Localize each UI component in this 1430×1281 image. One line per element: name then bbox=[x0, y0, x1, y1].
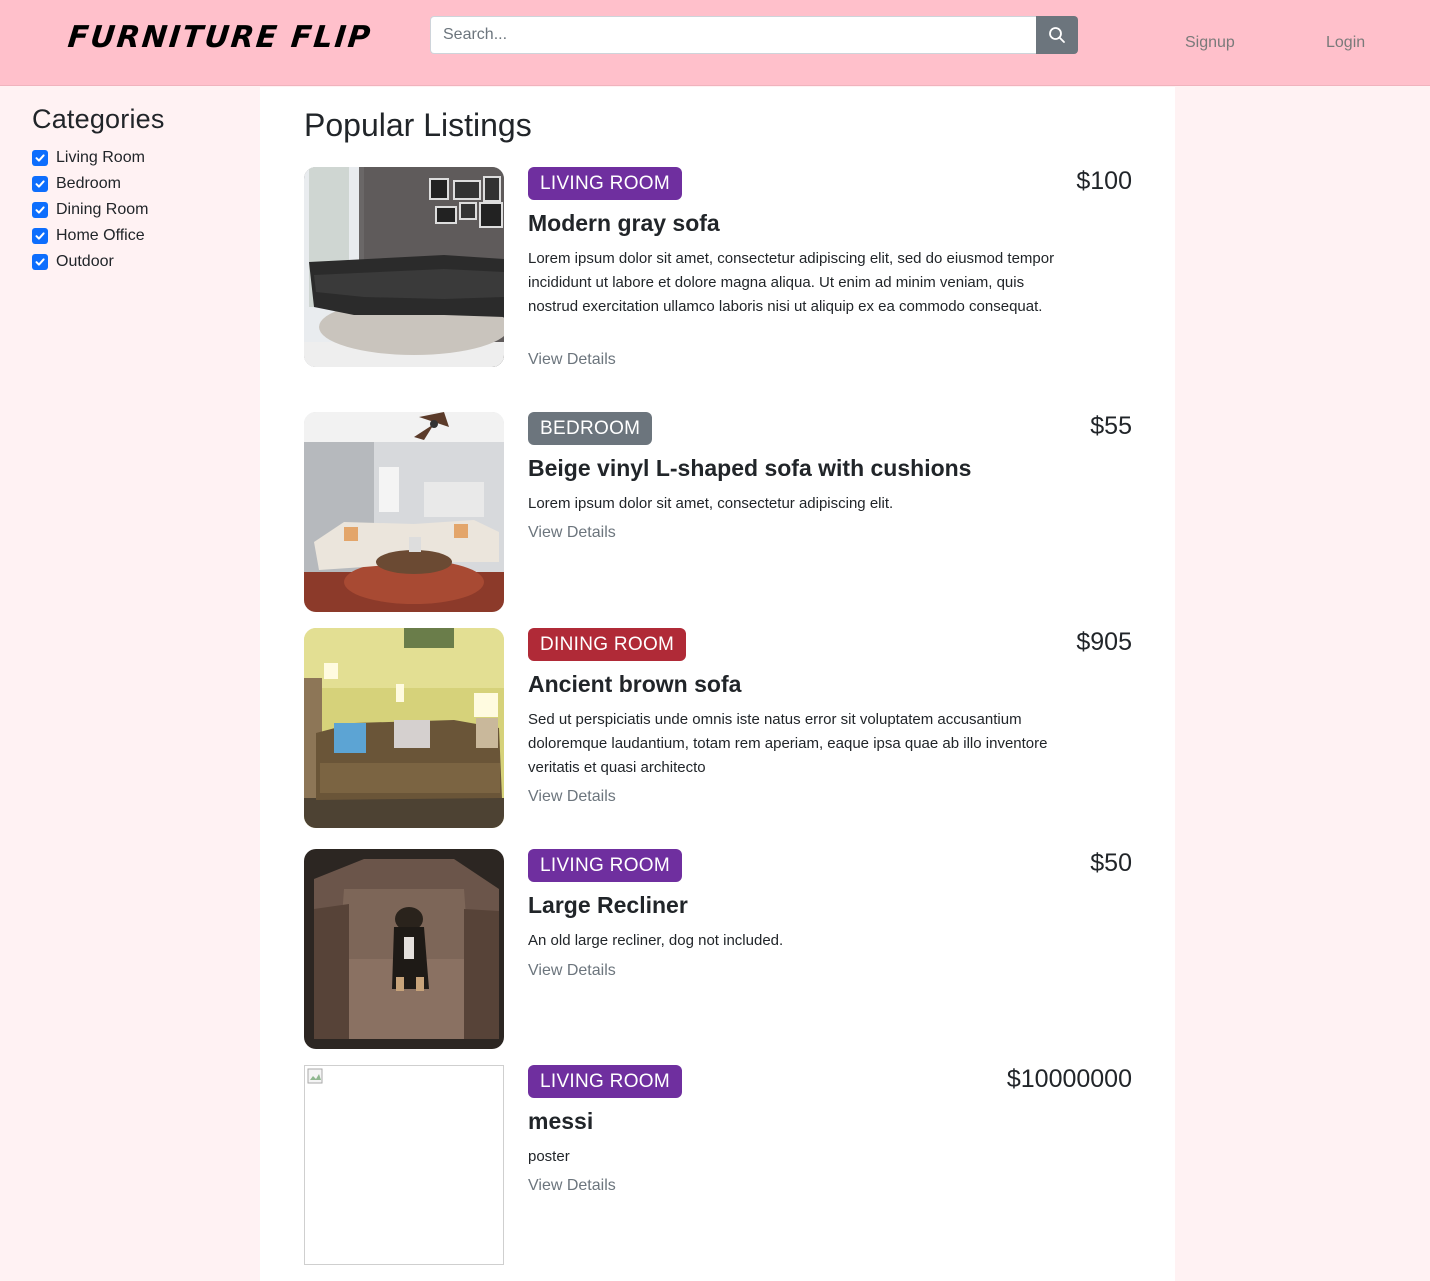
listing-description: poster bbox=[528, 1148, 570, 1165]
brand-logo[interactable]: FURNITURE FLIP bbox=[66, 20, 374, 55]
listing-description: Lorem ipsum dolor sit amet, consectetur … bbox=[528, 250, 1055, 315]
category-badge: LIVING ROOM bbox=[528, 849, 682, 882]
login-link[interactable]: Login bbox=[1326, 34, 1365, 52]
category-badge: BEDROOM bbox=[528, 412, 653, 445]
view-details-link[interactable]: View Details bbox=[528, 962, 616, 980]
listing-title: Modern gray sofa bbox=[528, 210, 720, 236]
page-title: Popular Listings bbox=[304, 107, 532, 143]
category-living-room[interactable]: Living Room bbox=[32, 145, 252, 171]
category-badge: LIVING ROOM bbox=[528, 167, 682, 200]
header: FURNITURE FLIP Signup Login bbox=[0, 0, 1430, 86]
listing-price: $100 bbox=[1076, 167, 1132, 195]
listings-main: Popular Listings LIVING ROOM $100 Modern… bbox=[260, 87, 1175, 1281]
signup-link[interactable]: Signup bbox=[1185, 34, 1235, 52]
checkbox-checked-icon[interactable] bbox=[32, 176, 48, 192]
listing-title: Large Recliner bbox=[528, 892, 688, 918]
listing-card: LIVING ROOM $50 Large Recliner An old la… bbox=[304, 849, 1132, 1049]
view-details-link[interactable]: View Details bbox=[528, 1177, 616, 1195]
listing-description: Sed ut perspiciatis unde omnis iste natu… bbox=[528, 711, 1048, 776]
listing-title: Beige vinyl L-shaped sofa with cushions bbox=[528, 455, 972, 481]
category-label: Outdoor bbox=[56, 253, 114, 270]
checkbox-checked-icon[interactable] bbox=[32, 202, 48, 218]
listing-card: DINING ROOM $905 Ancient brown sofa Sed … bbox=[304, 628, 1132, 828]
listing-description: Lorem ipsum dolor sit amet, consectetur … bbox=[528, 495, 894, 512]
broken-image-icon bbox=[307, 1068, 323, 1084]
listing-price: $55 bbox=[1090, 412, 1132, 440]
search-bar bbox=[430, 16, 1078, 54]
listing-image-broken[interactable] bbox=[304, 1065, 504, 1265]
checkbox-checked-icon[interactable] bbox=[32, 254, 48, 270]
category-home-office[interactable]: Home Office bbox=[32, 223, 252, 249]
listing-image-beige-sofa[interactable] bbox=[304, 412, 504, 612]
view-details-link[interactable]: View Details bbox=[528, 351, 616, 369]
category-dining-room[interactable]: Dining Room bbox=[32, 197, 252, 223]
listing-image-gray-sofa[interactable] bbox=[304, 167, 504, 367]
category-label: Living Room bbox=[56, 149, 145, 166]
categories-sidebar: Categories Living Room Bedroom Dining Ro… bbox=[32, 104, 252, 275]
listing-title: messi bbox=[528, 1108, 594, 1134]
search-button[interactable] bbox=[1036, 16, 1078, 54]
listing-description: An old large recliner, dog not included. bbox=[528, 932, 784, 949]
listing-card: BEDROOM $55 Beige vinyl L-shaped sofa wi… bbox=[304, 412, 1132, 612]
view-details-link[interactable]: View Details bbox=[528, 524, 616, 542]
category-badge: LIVING ROOM bbox=[528, 1065, 682, 1098]
listing-price: $50 bbox=[1090, 849, 1132, 877]
categories-title: Categories bbox=[32, 104, 165, 134]
checkbox-checked-icon[interactable] bbox=[32, 228, 48, 244]
category-badge: DINING ROOM bbox=[528, 628, 687, 661]
listing-title: Ancient brown sofa bbox=[528, 671, 742, 697]
category-bedroom[interactable]: Bedroom bbox=[32, 171, 252, 197]
category-label: Bedroom bbox=[56, 175, 121, 192]
listing-price: $905 bbox=[1076, 628, 1132, 656]
listing-card: LIVING ROOM $10000000 messi poster View … bbox=[304, 1065, 1132, 1265]
search-input[interactable] bbox=[430, 16, 1036, 54]
category-label: Home Office bbox=[56, 227, 145, 244]
search-icon bbox=[1049, 27, 1065, 43]
checkbox-checked-icon[interactable] bbox=[32, 150, 48, 166]
listing-card: LIVING ROOM $100 Modern gray sofa Lorem … bbox=[304, 167, 1132, 369]
listing-price: $10000000 bbox=[1006, 1065, 1132, 1093]
listing-image-recliner[interactable] bbox=[304, 849, 504, 1049]
category-label: Dining Room bbox=[56, 201, 149, 218]
view-details-link[interactable]: View Details bbox=[528, 788, 616, 806]
category-outdoor[interactable]: Outdoor bbox=[32, 249, 252, 275]
listing-image-brown-sofa[interactable] bbox=[304, 628, 504, 828]
